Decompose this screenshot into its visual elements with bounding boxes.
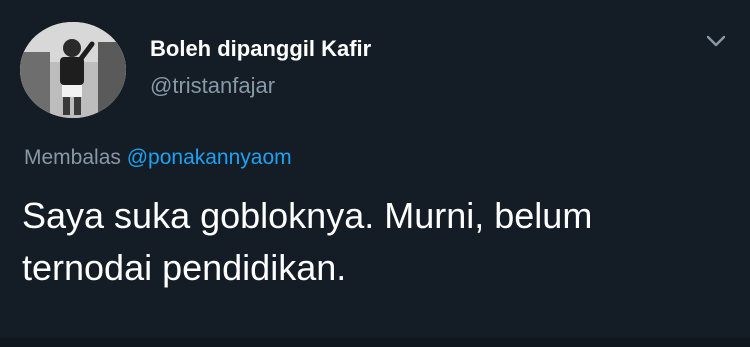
chevron-down-icon: [706, 34, 726, 52]
reply-prefix: Membalas: [24, 146, 121, 169]
avatar-photo: [20, 22, 126, 118]
tweet-card: Boleh dipanggil Kafir @tristanfajar Memb…: [0, 0, 750, 347]
avatar[interactable]: [20, 22, 126, 118]
display-name[interactable]: Boleh dipanggil Kafir: [150, 36, 371, 62]
tweet-text: Saya suka gobloknya. Murni, belum ternod…: [22, 195, 593, 288]
reply-context: Membalas @ponakannyaom: [24, 146, 292, 170]
divider: [0, 338, 750, 347]
user-handle[interactable]: @tristanfajar: [150, 73, 275, 99]
tweet-menu-button[interactable]: [700, 30, 732, 56]
reply-mention-link[interactable]: @ponakannyaom: [127, 146, 292, 169]
